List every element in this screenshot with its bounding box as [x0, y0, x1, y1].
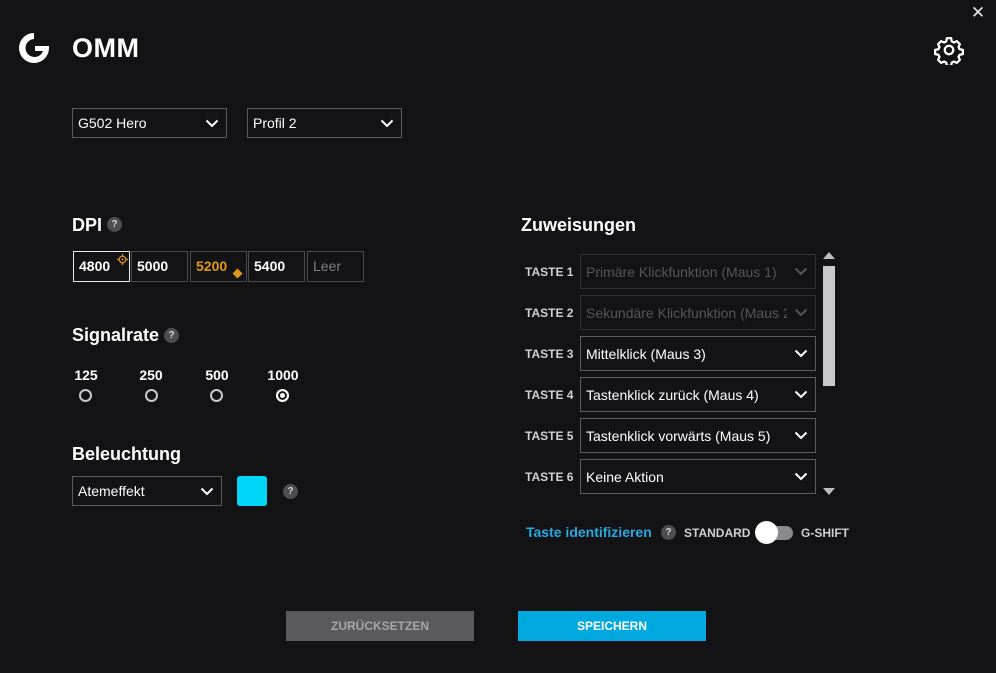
- assignments-help-icon[interactable]: ?: [661, 525, 676, 540]
- dpi-slot-5[interactable]: Leer: [307, 251, 364, 282]
- lighting-help-icon[interactable]: ?: [283, 484, 298, 499]
- key-action-value: Sekundäre Klickfunktion (Maus 2): [586, 304, 787, 321]
- dpi-slot-value: Leer: [313, 258, 342, 274]
- crosshair-icon: [117, 254, 128, 265]
- dpi-slot-3[interactable]: 5200: [190, 251, 247, 282]
- profile-select-value: Profil 2: [253, 115, 297, 131]
- rate-radio-500[interactable]: [210, 389, 223, 402]
- key-action-value: Tastenklick vorwärts (Maus 5): [586, 427, 771, 444]
- scrollbar-thumb[interactable]: [823, 266, 835, 386]
- gshift-toggle-knob[interactable]: [755, 521, 778, 544]
- gear-icon[interactable]: [934, 35, 964, 65]
- rate-label-125: 125: [74, 367, 98, 383]
- lighting-color-swatch[interactable]: [237, 476, 267, 506]
- lighting-effect-select[interactable]: Atemeffekt: [72, 476, 222, 506]
- dpi-help-icon[interactable]: ?: [107, 217, 122, 232]
- reset-button[interactable]: ZURÜCKSETZEN: [286, 611, 474, 641]
- scroll-up-arrow[interactable]: [823, 252, 835, 259]
- device-select-value: G502 Hero: [78, 115, 147, 131]
- device-select[interactable]: G502 Hero: [72, 108, 227, 138]
- save-button[interactable]: SPEICHERN: [518, 611, 706, 641]
- app-title: OMM: [72, 33, 140, 63]
- mode-standard-label: STANDARD: [684, 526, 751, 540]
- mode-gshift-label: G-SHIFT: [801, 526, 849, 540]
- assignments-heading: Zuweisungen: [521, 215, 637, 235]
- rate-label-250: 250: [139, 367, 163, 383]
- key-action-value: Mittelklick (Maus 3): [586, 345, 706, 362]
- profile-select[interactable]: Profil 2: [247, 108, 402, 138]
- close-button[interactable]: ✕: [970, 4, 986, 22]
- identify-key-link[interactable]: Taste identifizieren: [526, 524, 652, 540]
- key-action-value: Keine Aktion: [586, 468, 664, 485]
- logitech-g-logo: [19, 33, 49, 63]
- key-label-4: TASTE 4: [525, 388, 574, 402]
- rate-label-1000: 1000: [267, 367, 299, 383]
- dpi-slot-value: 5000: [137, 258, 169, 274]
- rate-label-500: 500: [205, 367, 229, 383]
- chevron-down-icon: [787, 419, 815, 452]
- dpi-slot-1[interactable]: 4800: [73, 251, 130, 282]
- chevron-down-icon: [787, 255, 815, 288]
- dpi-slot-value: 5400: [254, 258, 286, 274]
- scroll-down-arrow[interactable]: [823, 488, 835, 495]
- key-label-2: TASTE 2: [525, 306, 574, 320]
- report-rate-heading: Signalrate: [72, 325, 160, 345]
- diamond-icon: [232, 268, 243, 279]
- chevron-down-icon: [787, 460, 815, 493]
- chevron-down-icon: [373, 109, 401, 137]
- dpi-slot-value: 5200: [196, 258, 228, 274]
- dpi-slot-4[interactable]: 5400: [248, 251, 305, 282]
- dpi-heading: DPI: [72, 215, 103, 235]
- key-5-action-select[interactable]: Tastenklick vorwärts (Maus 5): [580, 418, 816, 453]
- rate-radio-125[interactable]: [79, 389, 92, 402]
- key-label-1: TASTE 1: [525, 265, 574, 279]
- chevron-down-icon: [198, 109, 226, 137]
- lighting-heading: Beleuchtung: [72, 444, 182, 464]
- key-action-value: Primäre Klickfunktion (Maus 1): [586, 263, 777, 280]
- key-3-action-select[interactable]: Mittelklick (Maus 3): [580, 336, 816, 371]
- lighting-effect-value: Atemeffekt: [78, 483, 145, 499]
- chevron-down-icon: [193, 477, 221, 505]
- rate-radio-1000[interactable]: [276, 389, 289, 402]
- key-6-action-select[interactable]: Keine Aktion: [580, 459, 816, 494]
- report-rate-help-icon[interactable]: ?: [164, 328, 179, 343]
- chevron-down-icon: [787, 337, 815, 370]
- chevron-down-icon: [787, 296, 815, 329]
- key-1-action-select: Primäre Klickfunktion (Maus 1): [580, 254, 816, 289]
- dpi-slot-2[interactable]: 5000: [131, 251, 188, 282]
- key-action-value: Tastenklick zurück (Maus 4): [586, 386, 759, 403]
- dpi-slot-value: 4800: [79, 258, 111, 274]
- key-2-action-select: Sekundäre Klickfunktion (Maus 2): [580, 295, 816, 330]
- rate-radio-250[interactable]: [145, 389, 158, 402]
- key-4-action-select[interactable]: Tastenklick zurück (Maus 4): [580, 377, 816, 412]
- key-label-3: TASTE 3: [525, 347, 574, 361]
- chevron-down-icon: [787, 378, 815, 411]
- key-label-6: TASTE 6: [525, 470, 574, 484]
- key-label-5: TASTE 5: [525, 429, 574, 443]
